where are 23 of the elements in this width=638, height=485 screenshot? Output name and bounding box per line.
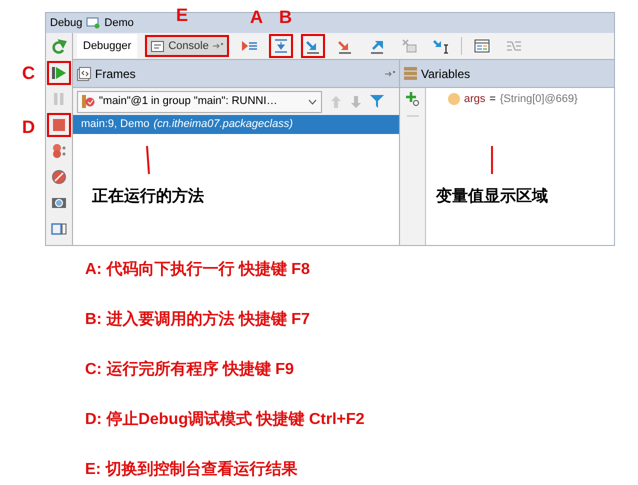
- debugger-tab[interactable]: Debugger: [77, 34, 138, 58]
- frames-title: Frames: [95, 66, 137, 82]
- thread-dropdown[interactable]: "main"@1 in group "main": RUNNI…: [77, 90, 322, 112]
- annotation-note: B: 进入要调用的方法 快捷键 F7: [85, 310, 311, 330]
- annotation-note: D: 停止Debug调试模式 快捷键 Ctrl+F2: [85, 410, 366, 430]
- marker-letter: A: [250, 8, 263, 26]
- annotation-note: C: 运行完所有程序 快捷键 F9: [85, 360, 295, 380]
- marker-letter: E: [176, 6, 188, 24]
- annotation-note: A: 代码向下执行一行 快捷键 F8: [85, 260, 311, 280]
- run-config-label: Demo: [104, 16, 134, 31]
- equals-sign: =: [489, 92, 496, 107]
- marker-letter: C: [22, 64, 35, 82]
- frame-row[interactable]: main:9, Demo (cn.itheima07.packageclass): [73, 115, 399, 134]
- variables-title: Variables: [421, 66, 470, 82]
- variable-value: {String[0]@669}: [500, 92, 578, 107]
- annotation-note: E: 切换到控制台查看运行结果: [85, 460, 298, 480]
- window-title: Debug: [50, 16, 82, 31]
- variable-name: args: [464, 92, 486, 107]
- callout-label: 变量值显示区域: [436, 186, 548, 207]
- callout-label: 正在运行的方法: [92, 186, 204, 207]
- console-tab[interactable]: Console: [145, 35, 229, 57]
- marker-letter: B: [279, 8, 292, 26]
- marker-letter: D: [22, 118, 35, 136]
